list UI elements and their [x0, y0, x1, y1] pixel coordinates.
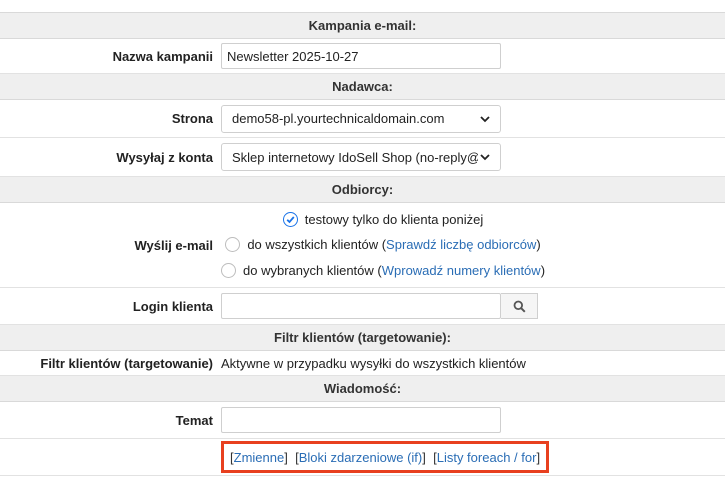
- row-template-links: [Zmienne] [Bloki zdarzeniowe (if)] [List…: [0, 439, 725, 476]
- section-recipients: Odbiorcy:: [0, 177, 725, 203]
- site-select[interactable]: demo58-pl.yourtechnicaldomain.com: [221, 104, 501, 133]
- paren-close: ): [540, 262, 546, 278]
- send-from-label: Wysyłaj z konta: [116, 149, 213, 165]
- radio-unchecked-icon[interactable]: [221, 262, 236, 278]
- radio-test-only-label: testowy tylko do klienta poniżej: [304, 212, 484, 228]
- client-login-label: Login klienta: [132, 298, 213, 314]
- row-client-login: Login klienta: [0, 288, 725, 325]
- event-blocks-link[interactable]: Bloki zdarzeniowe (if): [299, 450, 423, 465]
- enter-client-numbers-link[interactable]: Wprowadź numery klientów: [382, 263, 541, 278]
- subject-input[interactable]: [221, 407, 501, 433]
- subject-label: Temat: [175, 412, 213, 428]
- row-site: Strona demo58-pl.yourtechnicaldomain.com: [0, 100, 725, 138]
- chevron-down-icon: [480, 154, 490, 161]
- row-send-from: Wysyłaj z konta Sklep internetowy IdoSel…: [0, 138, 725, 177]
- section-filter: Filtr klientów (targetowanie):: [0, 325, 725, 351]
- search-icon: [513, 300, 526, 313]
- row-subject: Temat: [0, 402, 725, 439]
- template-links-box: [Zmienne] [Bloki zdarzeniowe (if)] [List…: [221, 441, 550, 473]
- client-filter-label: Filtr klientów (targetowanie): [40, 355, 213, 371]
- send-from-select-value: Sklep internetowy IdoSell Shop (no-reply…: [232, 149, 478, 165]
- check-recipients-link[interactable]: Sprawdź liczbę odbiorców: [386, 237, 536, 252]
- send-email-label: Wyślij e-mail: [134, 237, 213, 253]
- foreach-lists-link[interactable]: Listy foreach / for: [437, 450, 537, 465]
- radio-selected-clients-label: do wybranych klientów (: [243, 262, 382, 278]
- section-message: Wiadomość:: [0, 376, 725, 402]
- row-campaign-name: Nazwa kampanii: [0, 39, 725, 74]
- variables-link[interactable]: Zmienne: [234, 450, 285, 465]
- chevron-down-icon: [480, 115, 490, 122]
- radio-all-clients-label: do wszystkich klientów (: [247, 237, 387, 253]
- radio-all-clients[interactable]: do wszystkich klientów (Sprawdź liczbę o…: [225, 232, 541, 257]
- radio-selected-clients[interactable]: do wybranych klientów (Wprowadź numery k…: [221, 258, 545, 283]
- radio-unchecked-icon[interactable]: [225, 237, 241, 253]
- campaign-name-label: Nazwa kampanii: [112, 48, 213, 64]
- radio-test-only[interactable]: testowy tylko do klienta poniżej: [282, 207, 484, 232]
- row-send-email: Wyślij e-mail testowy tylko do klienta p…: [0, 203, 725, 288]
- site-label: Strona: [171, 111, 213, 126]
- campaign-name-input[interactable]: [221, 43, 501, 69]
- client-search-button[interactable]: [501, 293, 538, 319]
- site-select-value: demo58-pl.yourtechnicaldomain.com: [232, 111, 445, 126]
- client-login-input[interactable]: [221, 293, 501, 319]
- row-client-filter: Filtr klientów (targetowanie) Aktywne w …: [0, 351, 725, 376]
- radio-checked-icon[interactable]: [282, 212, 298, 228]
- send-from-select[interactable]: Sklep internetowy IdoSell Shop (no-reply…: [221, 143, 501, 171]
- paren-close: ): [536, 237, 541, 253]
- client-filter-value: Aktywne w przypadku wysyłki do wszystkic…: [221, 355, 526, 371]
- section-sender: Nadawca:: [0, 74, 725, 100]
- section-campaign: Kampania e-mail:: [0, 13, 725, 39]
- campaign-form: Kampania e-mail: Nazwa kampanii Nadawca:…: [0, 12, 725, 476]
